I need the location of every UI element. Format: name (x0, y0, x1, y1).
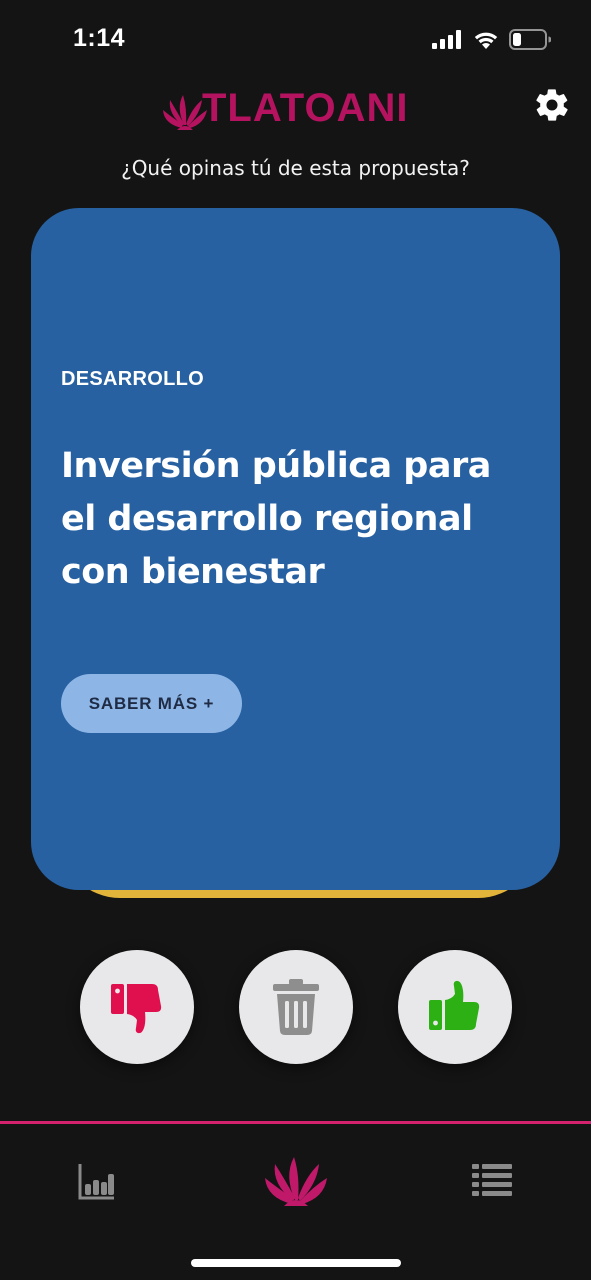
wifi-icon (474, 32, 498, 49)
trash-icon (273, 979, 319, 1035)
app-name: TLATOANI (202, 86, 409, 130)
app-logo: TLATOANI (162, 86, 422, 136)
proposal-card[interactable]: DESARROLLO Inversión pública para el des… (31, 208, 560, 890)
gear-icon[interactable] (533, 86, 571, 124)
tlatoani-fan-icon[interactable] (264, 1156, 328, 1206)
home-indicator[interactable] (191, 1259, 401, 1267)
cellular-signal-icon (432, 30, 461, 49)
status-bar: 1:14 (0, 0, 591, 80)
list-icon[interactable] (472, 1164, 512, 1196)
learn-more-button[interactable]: SABER MÁS + (61, 674, 242, 733)
bar-chart-icon[interactable] (78, 1162, 116, 1200)
thumbs-up-icon (429, 980, 480, 1030)
prompt-question: ¿Qué opinas tú de esta propuesta? (121, 156, 470, 180)
status-time: 1:14 (73, 24, 126, 52)
like-button[interactable] (398, 950, 512, 1064)
proposal-category: DESARROLLO (61, 368, 204, 390)
bottom-nav (0, 1124, 591, 1280)
discard-button[interactable] (239, 950, 353, 1064)
proposal-title: Inversión pública para el desarrollo reg… (61, 446, 491, 592)
app-header: TLATOANI (0, 80, 591, 140)
battery-icon (509, 29, 551, 50)
thumbs-down-icon (111, 984, 162, 1034)
dislike-button[interactable] (80, 950, 194, 1064)
